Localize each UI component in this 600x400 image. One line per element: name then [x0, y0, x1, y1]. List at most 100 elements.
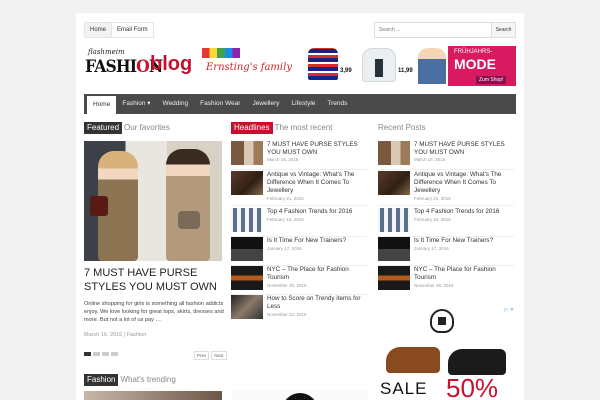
list-thumbnail[interactable] — [378, 208, 410, 232]
list-item-title[interactable]: How to Score on Trendy items for Less — [267, 295, 369, 311]
list-item-date: February 21, 2016 — [414, 196, 451, 201]
banner-cta[interactable]: Zum Shop! — [476, 76, 507, 84]
list-item[interactable]: NYC – The Place for Fashion Tourism Nove… — [378, 266, 514, 295]
top-nav: Home Email Form — [84, 22, 154, 38]
list-item-title[interactable]: Antique vs Vintage: What's The Differenc… — [267, 171, 369, 195]
post-image[interactable] — [232, 391, 368, 400]
list-item-date: November 23, 2015 — [267, 312, 307, 317]
list-thumbnail[interactable] — [378, 266, 410, 290]
search-button[interactable]: Search — [492, 22, 516, 38]
next-button[interactable]: Next — [211, 351, 227, 360]
list-thumbnail[interactable] — [231, 171, 263, 195]
banner-price-2: 11,99 — [398, 68, 413, 74]
featured-title[interactable]: 7 MUST HAVE PURSE STYLES YOU MUST OWN — [84, 266, 224, 294]
slider-dot[interactable] — [111, 352, 118, 356]
list-item-title[interactable]: Top 4 Fashion Trends for 2016 — [414, 208, 516, 216]
purse-left — [90, 196, 108, 216]
list-thumbnail[interactable] — [378, 171, 410, 195]
list-item[interactable]: Is It Time For New Trainers? January 17,… — [231, 237, 367, 266]
search-input[interactable] — [374, 22, 492, 38]
featured-date: March 16, 2016 — [84, 332, 123, 338]
list-thumbnail[interactable] — [231, 141, 263, 165]
banner-stripes — [202, 48, 240, 58]
list-item-date: March 16, 2016 — [267, 157, 299, 162]
list-item[interactable]: 7 MUST HAVE PURSE STYLES YOU MUST OWN Ma… — [231, 141, 367, 170]
banner-headline: MODE — [454, 56, 496, 72]
slider-dot[interactable] — [84, 352, 91, 356]
list-item-title[interactable]: NYC – The Place for Fashion Tourism — [414, 266, 516, 282]
main-nav: Home Fashion ▾ Wedding Fashion Wear Jewe… — [84, 94, 516, 114]
featured-meta: March 16, 2016 | Fashion — [84, 332, 146, 338]
brand-crest-icon — [430, 309, 454, 333]
prev-button[interactable]: Prev — [194, 351, 210, 360]
list-item-title[interactable]: 7 MUST HAVE PURSE STYLES YOU MUST OWN — [267, 141, 369, 157]
list-thumbnail[interactable] — [231, 266, 263, 290]
ad-sale-text: SALE — [380, 379, 428, 398]
logo-small-text: flashmeim — [88, 48, 125, 56]
list-item-date: January 17, 2016 — [267, 246, 302, 251]
featured-image[interactable] — [84, 141, 222, 261]
list-item[interactable]: Antique vs Vintage: What's The Differenc… — [231, 171, 367, 206]
featured-subtitle: Our favorites — [124, 123, 170, 132]
top-nav-home[interactable]: Home — [85, 23, 113, 37]
main-nav-lifestyle[interactable]: Lifestyle — [286, 94, 322, 114]
main-nav-home[interactable]: Home — [87, 96, 117, 114]
fashion-post-image[interactable] — [84, 391, 222, 400]
banner-brand: Ernsting's family — [206, 62, 292, 73]
featured-excerpt: Online shopping for girls is something a… — [84, 301, 224, 323]
headlines-header: Headlines The most recent — [231, 122, 332, 134]
list-item-title[interactable]: 7 MUST HAVE PURSE STYLES YOU MUST OWN — [414, 141, 516, 157]
featured-category[interactable]: Fashion — [127, 332, 147, 338]
slider-dot[interactable] — [93, 352, 100, 356]
page: Home Email Form Search flashmeim FASHION… — [76, 13, 524, 400]
site-logo[interactable]: flashmeim FASHION blog — [85, 46, 193, 86]
list-item-title[interactable]: Is It Time For New Trainers? — [267, 237, 369, 245]
main-nav-jewellery[interactable]: Jewellery — [246, 94, 285, 114]
list-item[interactable]: 7 MUST HAVE PURSE STYLES YOU MUST OWN Ma… — [378, 141, 514, 170]
main-nav-fashion[interactable]: Fashion ▾ — [116, 94, 156, 114]
list-thumbnail[interactable] — [231, 208, 263, 232]
banner-hoodie-image — [362, 48, 396, 82]
brown-shoe-image — [386, 347, 440, 373]
list-item-date: March 16, 2016 — [414, 157, 446, 162]
model-right — [166, 149, 210, 261]
list-item-date: November 26, 2015 — [414, 283, 454, 288]
banner-price-1: 3,99 — [340, 68, 352, 74]
shoe-ad[interactable]: ▷ ✕ SALE 50% — [378, 307, 516, 400]
headlines-list: 7 MUST HAVE PURSE STYLES YOU MUST OWN Ma… — [231, 141, 367, 324]
banner-kid-image — [418, 48, 446, 84]
list-thumbnail[interactable] — [378, 141, 410, 165]
featured-tag: Featured — [84, 122, 123, 134]
top-nav-email-form[interactable]: Email Form — [112, 23, 153, 37]
list-item[interactable]: Top 4 Fashion Trends for 2016 February 1… — [231, 208, 367, 237]
ad-banner[interactable]: Ernsting's family 3,99 11,99 FRÜHJAHRS- … — [200, 46, 516, 86]
list-item-date: February 16, 2016 — [414, 217, 451, 222]
fashion-subtitle: What's trending — [120, 375, 176, 384]
banner-headline-small: FRÜHJAHRS- — [454, 49, 493, 55]
list-item[interactable]: How to Score on Trendy items for Less No… — [231, 295, 367, 324]
list-thumbnail[interactable] — [231, 295, 263, 319]
slider-dots — [84, 352, 118, 356]
top-bar: Home Email Form Search — [84, 22, 516, 38]
ad-choices-icon[interactable]: ▷ ✕ — [505, 307, 514, 313]
list-item-title[interactable]: Top 4 Fashion Trends for 2016 — [267, 208, 369, 216]
list-thumbnail[interactable] — [231, 237, 263, 261]
main-nav-trends[interactable]: Trends — [321, 94, 353, 114]
list-item[interactable]: Top 4 Fashion Trends for 2016 February 1… — [378, 208, 514, 237]
list-item[interactable]: Antique vs Vintage: What's The Differenc… — [378, 171, 514, 206]
list-item[interactable]: Is It Time For New Trainers? January 17,… — [378, 237, 514, 266]
ad-discount-text: 50% — [446, 373, 499, 400]
banner-shirt-image — [308, 48, 338, 80]
list-item-date: February 21, 2016 — [267, 196, 304, 201]
list-thumbnail[interactable] — [378, 237, 410, 261]
list-item[interactable]: NYC – The Place for Fashion Tourism Nove… — [231, 266, 367, 295]
list-item-title[interactable]: NYC – The Place for Fashion Tourism — [267, 266, 369, 282]
main-nav-wedding[interactable]: Wedding — [157, 94, 195, 114]
recent-title: Recent Posts — [378, 123, 426, 132]
list-item-title[interactable]: Is It Time For New Trainers? — [414, 237, 516, 245]
list-item-date: February 16, 2016 — [267, 217, 304, 222]
main-nav-fashion-wear[interactable]: Fashion Wear — [194, 94, 246, 114]
list-item-title[interactable]: Antique vs Vintage: What's The Differenc… — [414, 171, 516, 195]
slider-dot[interactable] — [102, 352, 109, 356]
fashion-header: Fashion What's trending — [84, 374, 176, 386]
